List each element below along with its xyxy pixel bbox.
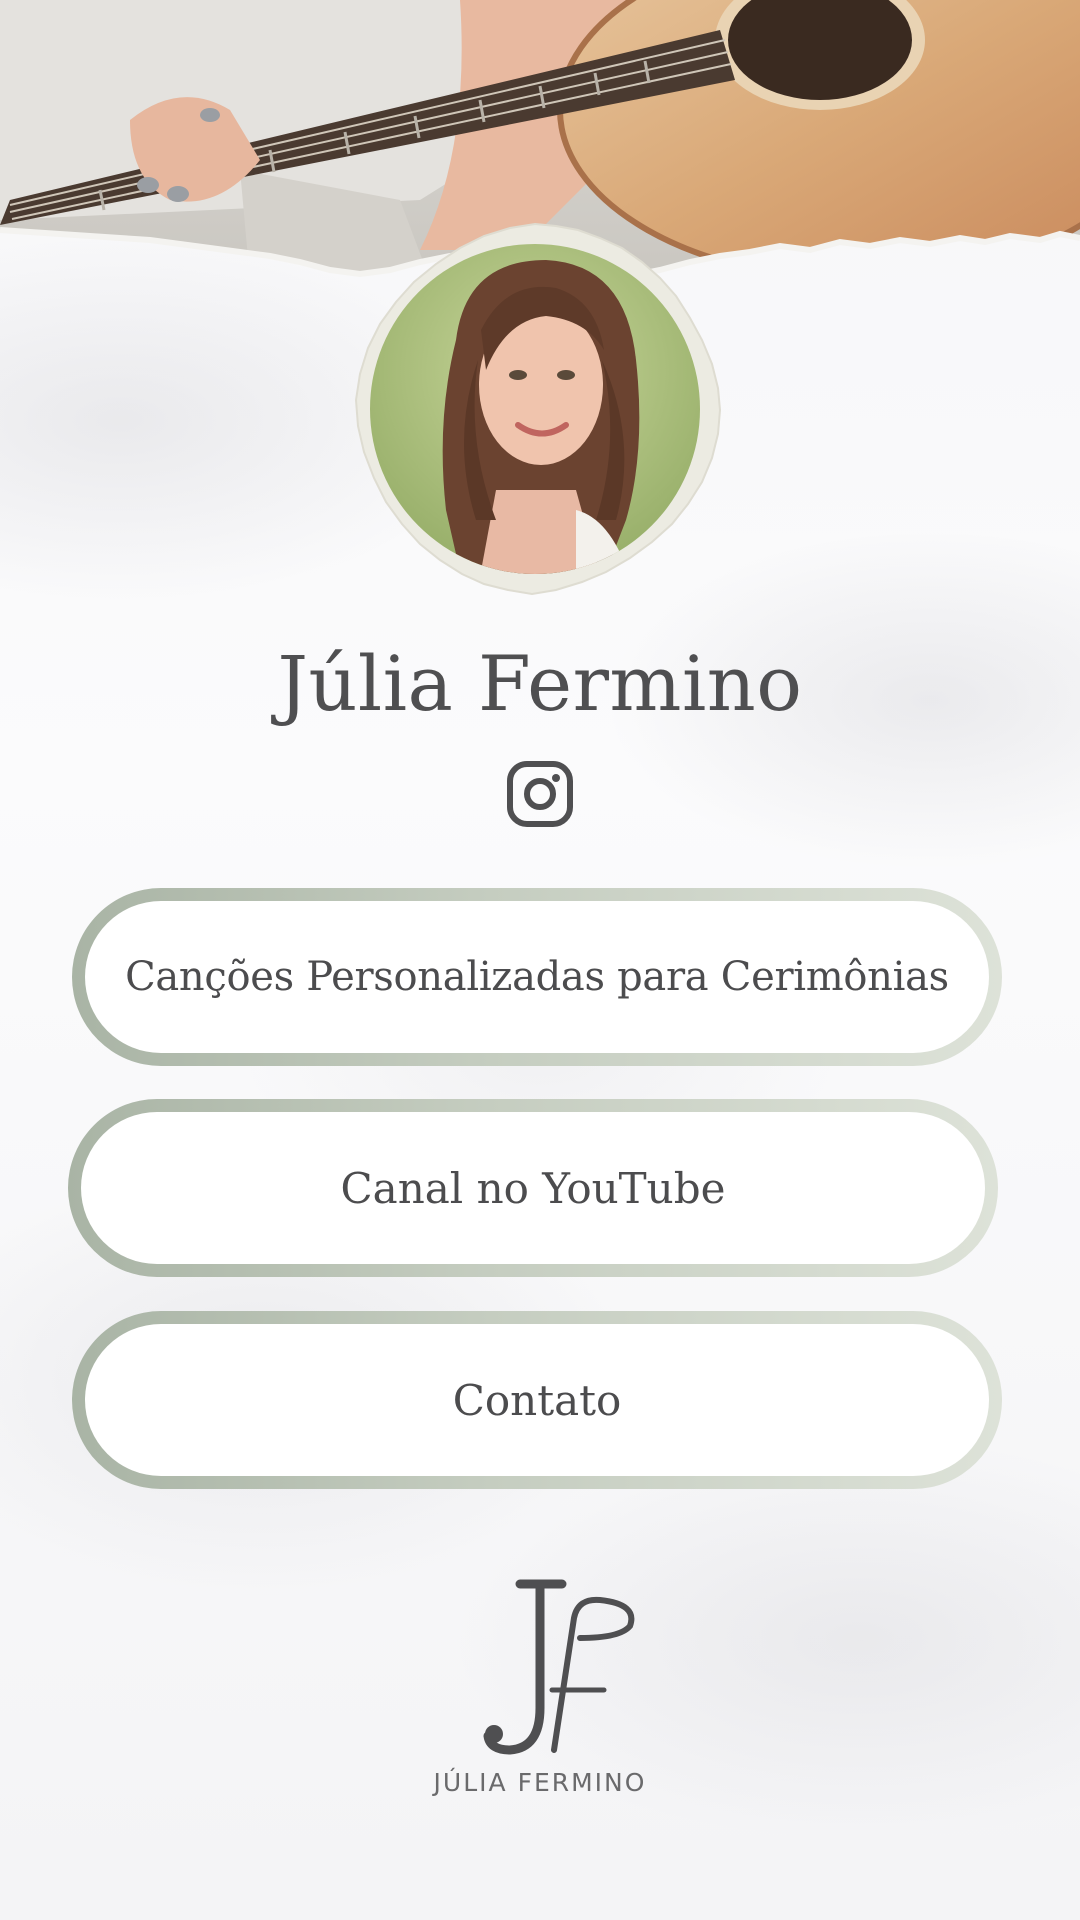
link-button-contato[interactable]: Contato [72, 1311, 1002, 1489]
link-button-youtube[interactable]: Canal no YouTube [68, 1099, 998, 1277]
instagram-icon[interactable] [506, 760, 574, 828]
profile-avatar [346, 220, 724, 598]
profile-name: Júlia Fermino [277, 639, 803, 728]
logo-text: JÚLIA FERMINO [433, 1768, 647, 1797]
link-button-cancoes[interactable]: Canções Personalizadas para Cerimônias [72, 888, 1002, 1066]
jf-monogram-logo [470, 1578, 640, 1758]
